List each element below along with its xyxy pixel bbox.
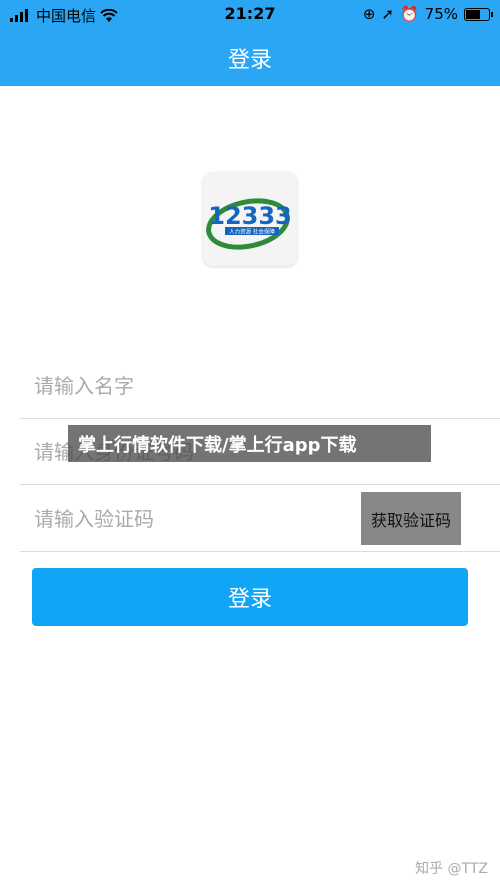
alarm-icon: ⏰ [399, 5, 419, 23]
location-icon: ➚ [381, 5, 394, 23]
status-right: ⊕ ➚ ⏰ 75% [362, 5, 493, 23]
page-title: 登录 [227, 48, 272, 73]
name-input[interactable] [32, 368, 356, 404]
lock-rotation-icon: ⊕ [362, 5, 376, 23]
logo-text: 12333 [208, 202, 292, 230]
battery-percent: 75% [424, 5, 458, 23]
watermark: 知乎 @TTZ [415, 861, 488, 877]
name-field [20, 352, 500, 419]
get-code-button[interactable]: 获取验证码 [361, 492, 461, 545]
12333-logo-icon: 12333 人力资源 社会保障 [206, 198, 292, 250]
status-bar: 中国电信 21:27 ⊕ ➚ ⏰ 75% [0, 0, 500, 28]
app-logo: 12333 人力资源 社会保障 [203, 172, 297, 266]
login-button[interactable]: 登录 [32, 568, 468, 626]
verification-code-input[interactable] [32, 501, 356, 537]
overlay-caption: 掌上行情软件下载/掌上行app下载 [68, 425, 431, 462]
navbar: 登录 [0, 28, 500, 86]
logo-subtext: 人力资源 社会保障 [229, 228, 275, 236]
battery-icon [464, 7, 493, 21]
